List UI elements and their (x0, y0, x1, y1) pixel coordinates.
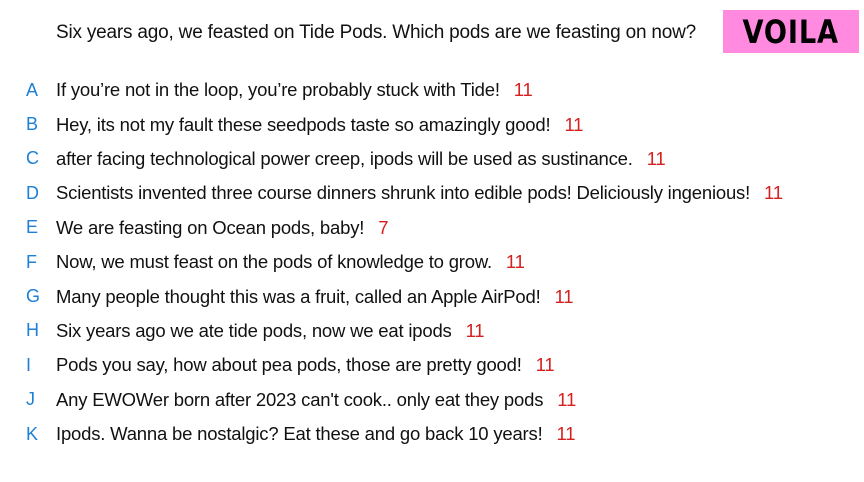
answer-text: Now, we must feast on the pods of knowle… (56, 251, 492, 273)
prompt-question: Six years ago, we feasted on Tide Pods. … (56, 22, 697, 43)
answer-count: 11 (564, 113, 584, 135)
answer-row: B Hey, its not my fault these seedpods t… (26, 107, 783, 141)
answer-count: 11 (646, 147, 666, 169)
answer-letter: B (26, 114, 38, 135)
answer-text: Six years ago we ate tide pods, now we e… (56, 319, 452, 341)
answer-count: 11 (465, 319, 485, 341)
answer-text: Hey, its not my fault these seedpods tas… (56, 113, 551, 135)
answer-count: 11 (556, 423, 576, 445)
answer-count: 11 (505, 251, 525, 273)
answer-text: Scientists invented three course dinners… (56, 182, 751, 204)
answer-count: 11 (535, 354, 555, 376)
answer-count: 7 (378, 216, 389, 238)
answer-row: C after facing technological power creep… (26, 142, 783, 176)
answer-letter: A (26, 79, 38, 100)
answer-count: 11 (764, 182, 783, 204)
answer-row: E We are feasting on Ocean pods, baby! 7 (26, 211, 783, 245)
answer-text: If you’re not in the loop, you’re probab… (56, 79, 500, 101)
voila-badge: VOILA (723, 10, 859, 53)
answer-letter: F (26, 251, 37, 272)
answer-row: K Ipods. Wanna be nostalgic? Eat these a… (26, 417, 783, 451)
answer-row: D Scientists invented three course dinne… (26, 176, 783, 210)
answer-text: Ipods. Wanna be nostalgic? Eat these and… (56, 423, 543, 445)
answer-row: J Any EWOWer born after 2023 can't cook.… (26, 383, 783, 417)
answer-letter: C (26, 148, 39, 169)
answer-row: I Pods you say, how about pea pods, thos… (26, 348, 783, 382)
answer-row: F Now, we must feast on the pods of know… (26, 245, 783, 279)
answer-list: A If you’re not in the loop, you’re prob… (26, 73, 783, 451)
answer-text: Any EWOWer born after 2023 can't cook.. … (56, 388, 544, 410)
answer-text: Many people thought this was a fruit, ca… (56, 285, 541, 307)
answer-letter: E (26, 217, 38, 238)
answer-letter: K (26, 423, 38, 444)
answer-letter: J (26, 389, 35, 410)
answer-letter: D (26, 182, 39, 203)
answer-count: 11 (557, 388, 577, 410)
answer-letter: I (26, 354, 31, 375)
answer-count: 11 (554, 285, 574, 307)
answer-row: G Many people thought this was a fruit, … (26, 279, 783, 313)
answer-row: A If you’re not in the loop, you’re prob… (26, 73, 783, 107)
voila-badge-label: VOILA (742, 12, 840, 51)
answer-text: We are feasting on Ocean pods, baby! (56, 216, 365, 238)
answer-row: H Six years ago we ate tide pods, now we… (26, 314, 783, 348)
answer-text: Pods you say, how about pea pods, those … (56, 354, 522, 376)
answer-count: 11 (513, 79, 533, 101)
answer-letter: H (26, 320, 39, 341)
answer-letter: G (26, 286, 40, 307)
answer-text: after facing technological power creep, … (56, 147, 633, 169)
